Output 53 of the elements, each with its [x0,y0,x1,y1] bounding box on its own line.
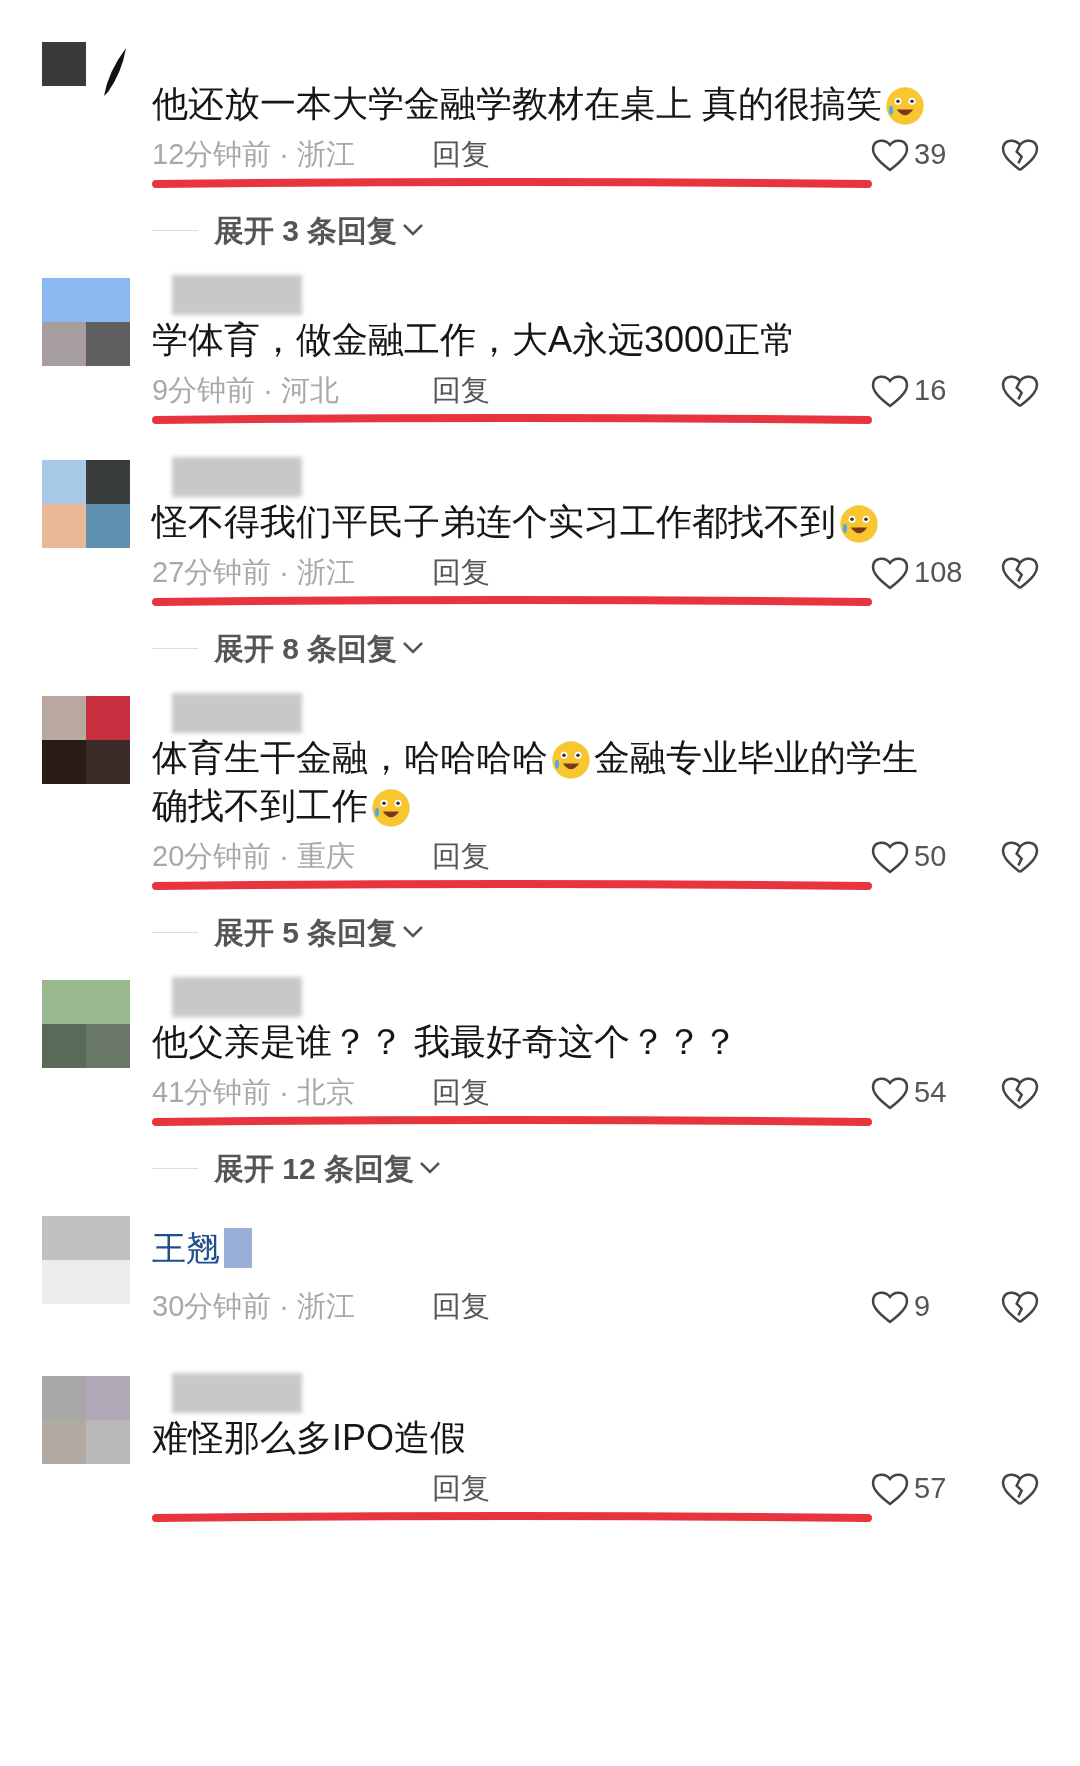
reply-button[interactable]: 回复 [432,133,490,177]
broken-heart-icon[interactable] [1000,136,1040,174]
heart-icon[interactable] [870,554,910,592]
comment-time: 41分钟前 · 北京 [152,1075,357,1111]
emoji-icon [550,739,592,782]
comment-text: 怪不得我们平民子弟连个实习工作都找不到 [152,498,952,546]
like-count: 57 [914,1471,947,1507]
like-count: 54 [914,1075,947,1111]
comment-text: 学体育，做金融工作，大A永远3000正常 [152,318,798,362]
reply-button[interactable]: 回复 [432,1467,490,1511]
comment-text: 体育生干金融，哈哈哈哈 金融专业毕业的学生确找不到工作 [152,734,952,830]
heart-icon[interactable] [870,1074,910,1112]
like-count: 9 [914,1289,931,1325]
emoji-icon [370,787,412,830]
comment-time: 9分钟前 · 河北 [152,373,340,409]
chevron-down-icon [401,924,426,940]
heart-icon[interactable] [870,1470,910,1508]
comment-time: 27分钟前 · 浙江 [152,555,357,591]
chevron-down-icon [401,222,426,238]
heart-icon[interactable] [870,838,910,876]
expand-replies-button[interactable]: 展开 3 条回复 [214,207,426,253]
comment-time: 30分钟前 · 浙江 [152,1289,357,1325]
reply-button[interactable]: 回复 [432,1071,490,1115]
emoji-icon [838,503,880,546]
comment-text: 他还放一本大学金融学教材在桌上 真的很搞笑 [152,80,952,128]
heart-icon[interactable] [870,136,910,174]
broken-heart-icon[interactable] [1000,1074,1040,1112]
reply-button[interactable]: 回复 [432,835,490,879]
username[interactable]: 王翘 [152,1231,220,1265]
heart-icon[interactable] [870,372,910,410]
like-count: 108 [914,555,963,591]
comment-text: 难怪那么多IPO造假 [152,1416,467,1460]
broken-heart-icon[interactable] [1000,1288,1040,1326]
like-count: 16 [914,373,947,409]
broken-heart-icon[interactable] [1000,554,1040,592]
expand-replies-button[interactable]: 展开 12 条回复 [214,1145,443,1191]
broken-heart-icon[interactable] [1000,372,1040,410]
like-count: 50 [914,839,947,875]
reply-button[interactable]: 回复 [432,551,490,595]
reply-button[interactable]: 回复 [432,369,490,413]
reply-button[interactable]: 回复 [432,1285,490,1329]
comment-time: 12分钟前 · 浙江 [152,137,357,173]
comment-time: 20分钟前 · 重庆 [152,839,357,875]
like-count: 39 [914,137,947,173]
broken-heart-icon[interactable] [1000,1470,1040,1508]
broken-heart-icon[interactable] [1000,838,1040,876]
emoji-icon [884,85,926,128]
chevron-down-icon [401,640,426,656]
chevron-down-icon [418,1160,443,1176]
heart-icon[interactable] [870,1288,910,1326]
expand-replies-button[interactable]: 展开 8 条回复 [214,625,426,671]
comment-text: 他父亲是谁？？ 我最好奇这个？？？ [152,1020,739,1064]
expand-replies-button[interactable]: 展开 5 条回复 [214,909,426,955]
